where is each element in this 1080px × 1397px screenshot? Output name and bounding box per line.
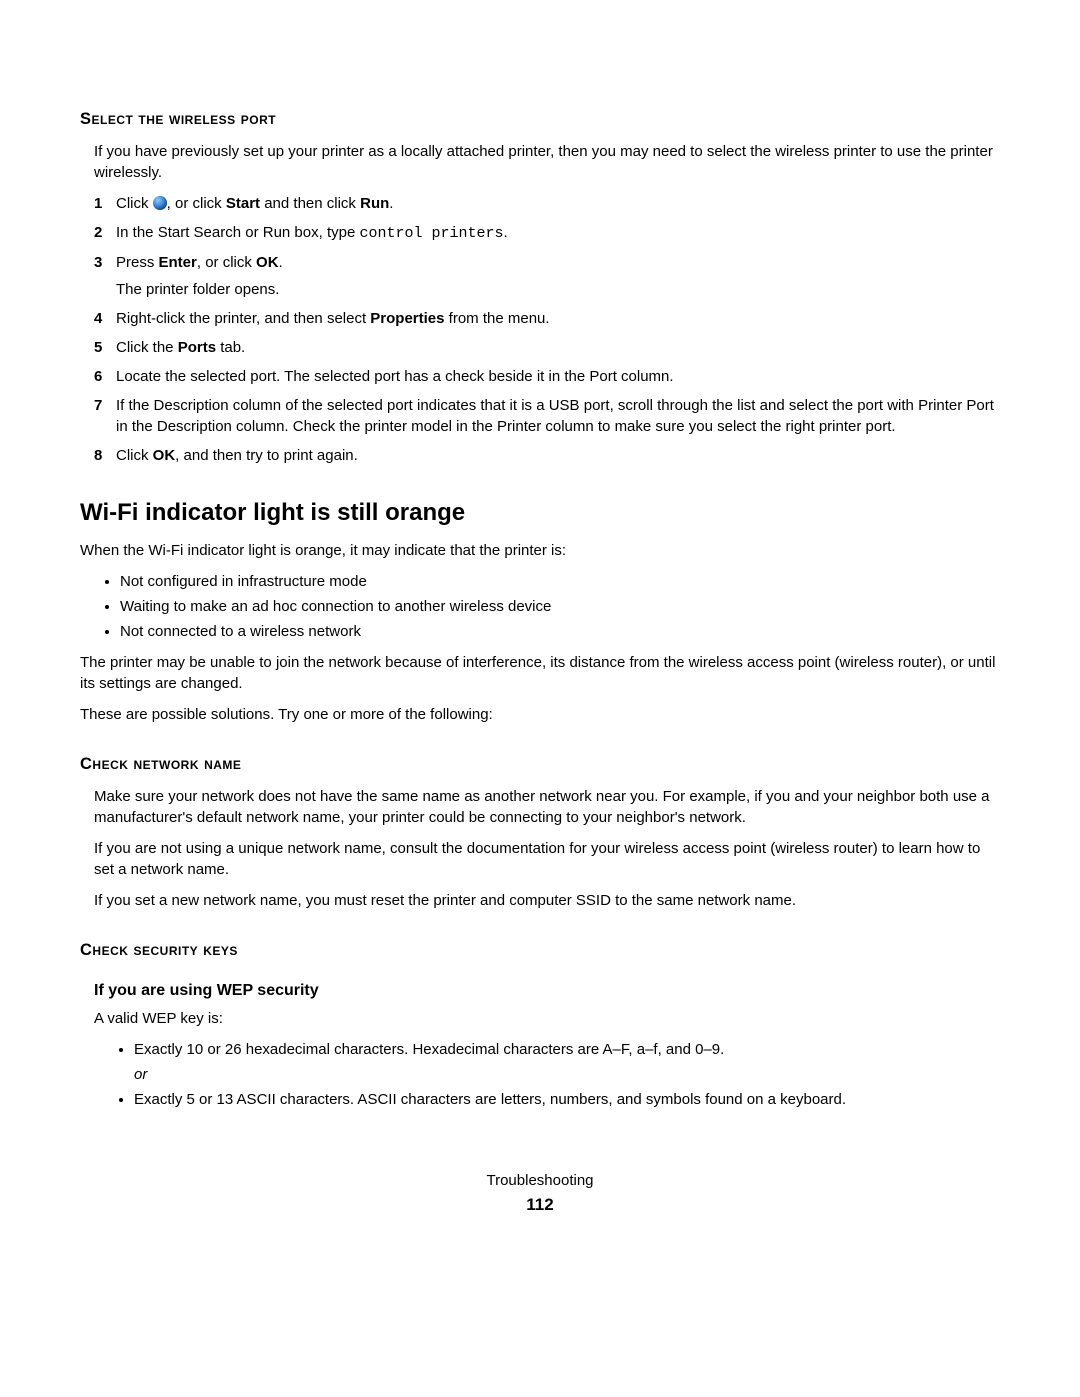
paragraph: These are possible solutions. Try one or…	[80, 704, 1000, 725]
step-1: 1 Click , or click Start and then click …	[94, 193, 1000, 214]
list-item: Exactly 10 or 26 hexadecimal characters.…	[134, 1039, 1000, 1085]
step-8: 8 Click OK, and then try to print again.	[94, 445, 1000, 466]
heading-wifi-orange: Wi-Fi indicator light is still orange	[80, 496, 1000, 530]
step-text: .	[504, 224, 508, 241]
bold-ok: OK	[256, 254, 279, 271]
bold-ok: OK	[153, 447, 176, 464]
step-text: .	[389, 195, 393, 212]
intro-paragraph: If you have previously set up your print…	[94, 141, 1000, 183]
step-7: 7 If the Description column of the selec…	[94, 395, 1000, 437]
or-separator: or	[134, 1064, 1000, 1085]
paragraph: A valid WEP key is:	[94, 1008, 1000, 1029]
steps-list: 1 Click , or click Start and then click …	[80, 193, 1000, 466]
step-text: Locate the selected port. The selected p…	[116, 368, 674, 385]
bold-start: Start	[226, 195, 260, 212]
step-4: 4 Right-click the printer, and then sele…	[94, 308, 1000, 329]
footer-section: Troubleshooting	[80, 1170, 1000, 1191]
step-2: 2 In the Start Search or Run box, type c…	[94, 222, 1000, 244]
bold-properties: Properties	[370, 310, 444, 327]
paragraph: Make sure your network does not have the…	[94, 786, 1000, 828]
step-text: In the Start Search or Run box, type	[116, 224, 359, 241]
heading-select-wireless-port: Select the wireless port	[80, 108, 1000, 131]
step-text: Click	[116, 447, 153, 464]
page-footer: Troubleshooting 112	[80, 1170, 1000, 1217]
bold-ports: Ports	[178, 339, 216, 356]
bullet-text: Exactly 10 or 26 hexadecimal characters.…	[134, 1041, 724, 1058]
bold-run: Run	[360, 195, 389, 212]
bullet-list: Not configured in infrastructure mode Wa…	[80, 571, 1000, 642]
list-item: Waiting to make an ad hoc connection to …	[120, 596, 1000, 617]
step-6: 6 Locate the selected port. The selected…	[94, 366, 1000, 387]
step-text: Right-click the printer, and then select	[116, 310, 370, 327]
step-5: 5 Click the Ports tab.	[94, 337, 1000, 358]
step-text: , and then try to print again.	[175, 447, 358, 464]
command-text: control printers	[359, 225, 503, 242]
list-item: Not configured in infrastructure mode	[120, 571, 1000, 592]
windows-orb-icon	[153, 196, 167, 210]
step-text: from the menu.	[445, 310, 550, 327]
heading-check-security-keys: Check security keys	[80, 939, 1000, 962]
paragraph: The printer may be unable to join the ne…	[80, 652, 1000, 694]
paragraph: If you are not using a unique network na…	[94, 838, 1000, 880]
step-text: If the Description column of the selecte…	[116, 397, 994, 435]
paragraph: If you set a new network name, you must …	[94, 890, 1000, 911]
step-sub-text: The printer folder opens.	[116, 279, 1000, 300]
step-text: tab.	[216, 339, 245, 356]
step-text: Click	[116, 195, 153, 212]
page-number: 112	[80, 1193, 1000, 1217]
heading-check-network-name: Check network name	[80, 753, 1000, 776]
paragraph: When the Wi-Fi indicator light is orange…	[80, 540, 1000, 561]
list-item: Exactly 5 or 13 ASCII characters. ASCII …	[134, 1089, 1000, 1110]
list-item: Not connected to a wireless network	[120, 621, 1000, 642]
subheading-wep: If you are using WEP security	[94, 980, 1000, 1002]
step-text: .	[279, 254, 283, 271]
step-text: , or click	[167, 195, 226, 212]
step-text: , or click	[197, 254, 256, 271]
step-3: 3 Press Enter, or click OK. The printer …	[94, 252, 1000, 300]
bullet-list: Exactly 10 or 26 hexadecimal characters.…	[80, 1039, 1000, 1110]
step-text: Click the	[116, 339, 178, 356]
step-text: Press	[116, 254, 159, 271]
bold-enter: Enter	[159, 254, 197, 271]
step-text: and then click	[260, 195, 360, 212]
